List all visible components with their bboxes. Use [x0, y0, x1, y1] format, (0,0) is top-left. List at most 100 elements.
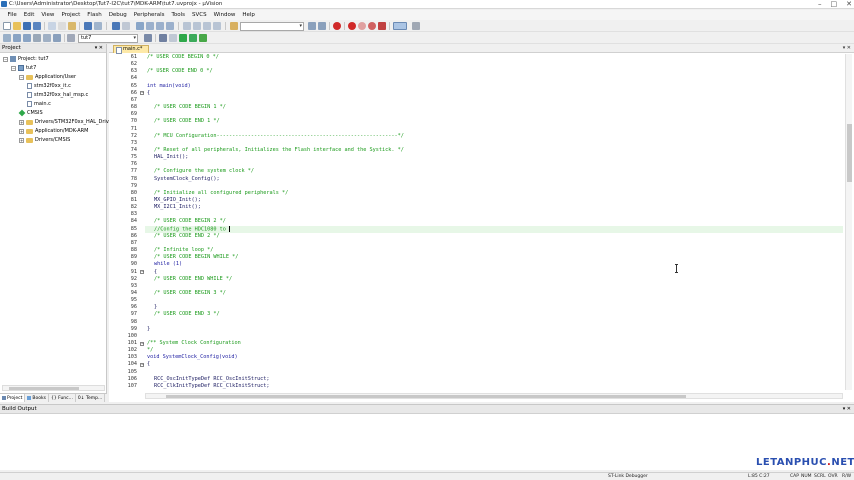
tree-item[interactable]: CMSIS — [18, 109, 43, 117]
options-wand-icon[interactable] — [144, 34, 152, 42]
bookmark-icon[interactable] — [136, 22, 144, 30]
nav-forward-icon[interactable] — [122, 22, 130, 30]
copy-icon[interactable] — [58, 22, 66, 30]
tree-item[interactable]: + Application/MDK-ARM — [19, 127, 88, 135]
find-in-files-icon[interactable] — [230, 22, 238, 30]
rebuild-icon[interactable] — [23, 34, 31, 42]
disable-breakpoint-icon[interactable] — [358, 22, 366, 30]
menu-peripherals[interactable]: Peripherals — [130, 12, 168, 18]
menu-window[interactable]: Window — [210, 12, 239, 18]
window-layout-icon[interactable] — [393, 22, 407, 30]
tree-item[interactable]: stm32f0xx_hal_msp.c — [27, 91, 88, 99]
fold-toggle-icon[interactable]: − — [140, 270, 144, 274]
batch-build-icon[interactable] — [33, 34, 41, 42]
expand-icon[interactable]: + — [19, 128, 24, 134]
target-combo-value: tut7 — [81, 34, 92, 41]
uncomment-icon[interactable] — [213, 22, 221, 30]
target-options-icon[interactable] — [67, 34, 75, 42]
translate-icon[interactable] — [3, 34, 11, 42]
debug-start-icon[interactable] — [333, 22, 341, 30]
menu-edit[interactable]: Edit — [20, 12, 38, 18]
menu-svcs[interactable]: SVCS — [189, 12, 211, 18]
collapse-icon[interactable]: − — [3, 56, 8, 62]
indent-icon[interactable] — [183, 22, 191, 30]
new-file-icon[interactable] — [3, 22, 11, 30]
save-icon[interactable] — [23, 22, 31, 30]
download-icon[interactable] — [53, 34, 61, 42]
toolbar-separator — [64, 34, 65, 42]
tab-project[interactable]: Project — [0, 394, 26, 402]
comment-icon[interactable] — [203, 22, 211, 30]
tree-item[interactable]: + Drivers/CMSIS — [19, 136, 70, 144]
unindent-icon[interactable] — [193, 22, 201, 30]
tree-item[interactable]: + Drivers/STM32F0xx_HAL_Driv... — [19, 118, 113, 126]
nav-back-icon[interactable] — [112, 22, 120, 30]
find-icon[interactable] — [308, 22, 316, 30]
fold-toggle-icon[interactable]: − — [140, 341, 144, 346]
menu-help[interactable]: Help — [239, 12, 259, 18]
next-bookmark-icon[interactable] — [156, 22, 164, 30]
open-folder-icon[interactable] — [13, 22, 21, 30]
code-area[interactable]: /* USER CODE BEGIN 0 */ /* USER CODE END … — [145, 54, 843, 390]
build-icon[interactable] — [13, 34, 21, 42]
redo-icon[interactable] — [94, 22, 102, 30]
close-button[interactable]: ✕ — [846, 0, 852, 9]
breakpoint-icon[interactable] — [348, 22, 356, 30]
tree-item[interactable]: − tut7 — [11, 64, 36, 72]
tab-books[interactable]: Books — [25, 394, 49, 402]
minimize-button[interactable]: – — [818, 0, 822, 9]
file-extensions-icon[interactable] — [169, 34, 177, 42]
fold-toggle-icon[interactable]: − — [140, 91, 144, 96]
disable-all-breakpoints-icon[interactable] — [378, 22, 386, 30]
kill-breakpoints-icon[interactable] — [368, 22, 376, 30]
collapse-icon[interactable]: − — [11, 65, 16, 71]
panel-controls[interactable]: ▾ ✕ — [843, 405, 851, 414]
scrollbar-thumb[interactable] — [166, 395, 686, 398]
tree-item[interactable]: − Application/User — [19, 73, 76, 81]
menu-flash[interactable]: Flash — [84, 12, 105, 18]
tree-item[interactable]: − Project: tut7 — [3, 55, 49, 63]
cut-icon[interactable] — [48, 22, 56, 30]
find-combo[interactable]: ▾ — [240, 21, 304, 31]
scrollbar-thumb[interactable] — [847, 124, 852, 182]
manage-run-time-env-icon[interactable] — [199, 34, 207, 42]
tab-functions[interactable]: {} Func... — [49, 394, 76, 402]
editor-vertical-scrollbar[interactable] — [845, 54, 852, 390]
line-number: 63 — [130, 68, 137, 75]
expand-icon[interactable]: + — [19, 137, 24, 143]
menu-file[interactable]: File — [4, 12, 20, 18]
menu-view[interactable]: View — [38, 12, 58, 18]
stop-build-icon[interactable] — [43, 34, 51, 42]
editor-horizontal-scrollbar[interactable] — [145, 393, 843, 399]
menu-debug[interactable]: Debug — [105, 12, 130, 18]
clear-bookmarks-icon[interactable] — [166, 22, 174, 30]
menu-tools[interactable]: Tools — [168, 12, 189, 18]
panel-controls[interactable]: ▾ ✕ — [95, 44, 103, 53]
prev-bookmark-icon[interactable] — [146, 22, 154, 30]
tab-main-c[interactable]: main.c* — [113, 45, 150, 54]
code-line: MX_I2C1_Init(); — [154, 204, 201, 211]
save-all-icon[interactable] — [33, 22, 41, 30]
configure-icon[interactable] — [412, 22, 420, 30]
scrollbar-thumb[interactable] — [9, 387, 79, 390]
code-line: while (1) — [154, 261, 182, 268]
incremental-find-icon[interactable] — [318, 22, 326, 30]
maximize-button[interactable]: □ — [831, 0, 838, 9]
tree-item[interactable]: main.c — [27, 100, 51, 108]
select-software-packs-icon[interactable] — [189, 34, 197, 42]
expand-icon[interactable]: + — [19, 119, 24, 125]
tab-templates[interactable]: 0↓ Temp... — [76, 394, 106, 402]
menu-project[interactable]: Project — [58, 12, 84, 18]
code-text: /** System Clock Configuration — [147, 340, 241, 346]
fold-toggle-icon[interactable]: − — [140, 362, 144, 367]
undo-icon[interactable] — [84, 22, 92, 30]
target-combo[interactable]: tut7 ▾ — [78, 33, 138, 43]
tree-item[interactable]: stm32f0xx_it.c — [27, 82, 71, 90]
code-line: } — [147, 326, 150, 333]
manage-components-icon[interactable] — [159, 34, 167, 42]
collapse-icon[interactable]: − — [19, 74, 24, 80]
project-horizontal-scrollbar[interactable] — [2, 385, 105, 391]
pack-installer-icon[interactable] — [179, 34, 187, 42]
editor-tab-controls[interactable]: ▾ ✕ — [843, 45, 851, 51]
paste-icon[interactable] — [68, 22, 76, 30]
